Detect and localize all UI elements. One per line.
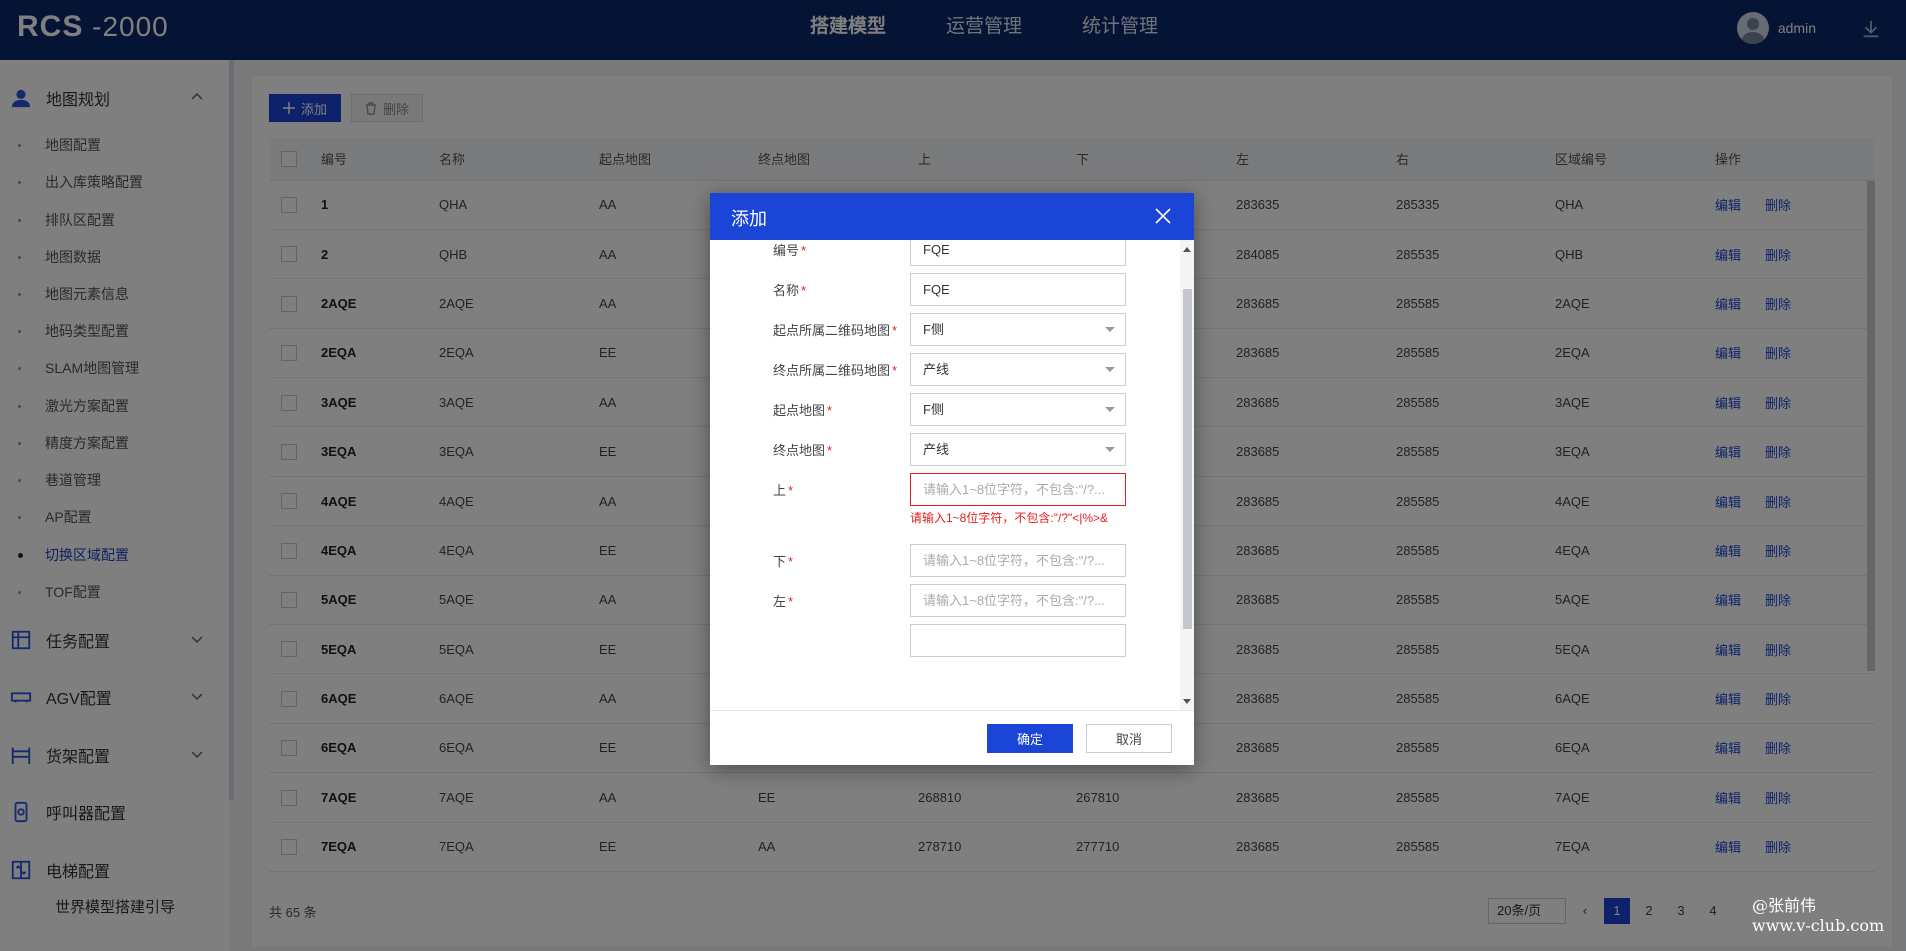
chevron-down-icon — [1105, 367, 1115, 372]
dialog-footer: 确定 取消 — [710, 710, 1194, 765]
form-row-right-partial — [710, 624, 1180, 658]
cancel-button[interactable]: 取消 — [1086, 724, 1172, 753]
chevron-down-icon — [1105, 447, 1115, 452]
left-input[interactable]: 请输入1~8位字符，不包含:"/?... — [910, 584, 1126, 617]
add-dialog: 添加 编号 * FQE 名称 * FQE 起点所属二维码地图 * F侧 终点所属二维码… — [710, 193, 1194, 765]
close-icon[interactable] — [1154, 207, 1172, 225]
scroll-down-icon[interactable] — [1183, 699, 1191, 704]
dialog-title: 添加 — [731, 209, 767, 229]
up-input[interactable]: 请输入1~8位字符，不包含:"/?... — [910, 473, 1126, 506]
code-input[interactable]: FQE — [910, 240, 1126, 266]
form-row-end-map: 终点地图 * 产线 — [710, 433, 1180, 467]
chevron-down-icon — [1105, 407, 1115, 412]
scroll-up-icon[interactable] — [1183, 247, 1191, 252]
start-map-select[interactable]: F侧 — [910, 393, 1126, 426]
form-row-left: 左 * 请输入1~8位字符，不包含:"/?... — [710, 584, 1180, 618]
form-row-end-qr-map: 终点所属二维码地图 * 产线 — [710, 353, 1180, 387]
form-row-up: 上 * 请输入1~8位字符，不包含:"/?... — [710, 473, 1180, 507]
watermark: @张前伟 www.v-club.com — [1752, 896, 1885, 935]
form-row-start-map: 起点地图 * F侧 — [710, 393, 1180, 427]
form-row-name: 名称 * FQE — [710, 273, 1180, 307]
form-row-down: 下 * 请输入1~8位字符，不包含:"/?... — [710, 544, 1180, 578]
end-map-select[interactable]: 产线 — [910, 433, 1126, 466]
dialog-form: 编号 * FQE 名称 * FQE 起点所属二维码地图 * F侧 终点所属二维码地图 *… — [710, 240, 1194, 710]
right-input[interactable] — [910, 624, 1126, 657]
form-row-code: 编号 * FQE — [710, 240, 1180, 267]
form-row-start-qr-map: 起点所属二维码地图 * F侧 — [710, 313, 1180, 347]
confirm-button[interactable]: 确定 — [987, 724, 1073, 753]
name-input[interactable]: FQE — [910, 273, 1126, 306]
chevron-down-icon — [1105, 327, 1115, 332]
up-error-message: 请输入1~8位字符，不包含:"/?"<|%>& — [910, 511, 1109, 525]
dialog-header: 添加 — [710, 193, 1194, 240]
down-input[interactable]: 请输入1~8位字符，不包含:"/?... — [910, 544, 1126, 577]
start-qr-map-select[interactable]: F侧 — [910, 313, 1126, 346]
end-qr-map-select[interactable]: 产线 — [910, 353, 1126, 386]
dialog-scrollbar-thumb[interactable] — [1183, 289, 1192, 629]
